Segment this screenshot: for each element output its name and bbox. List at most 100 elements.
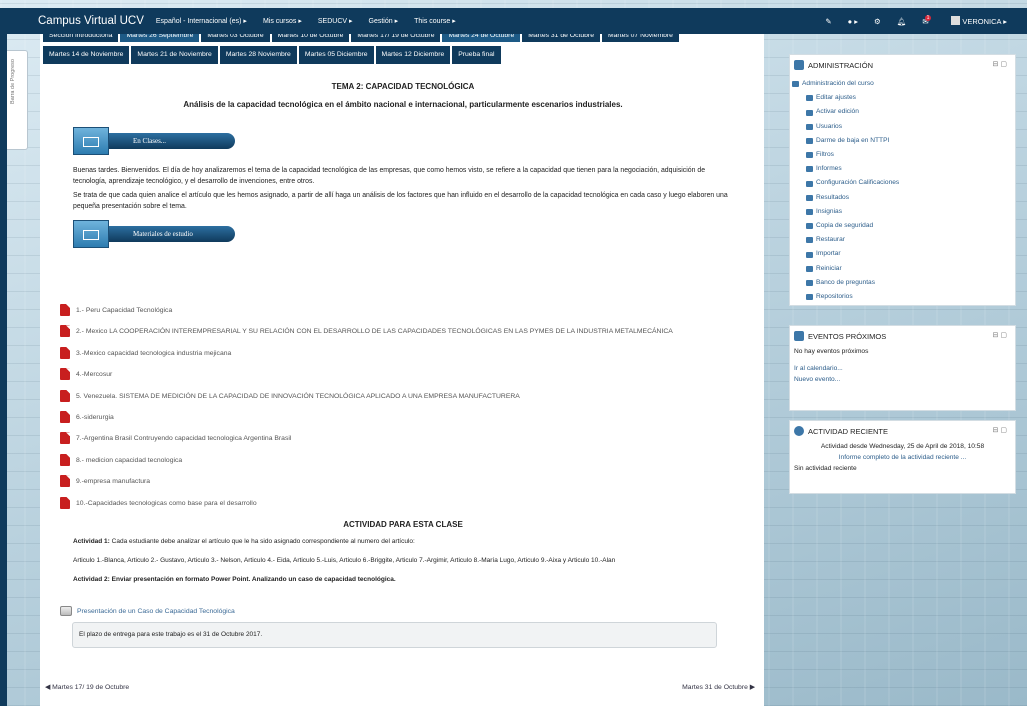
calendar-link[interactable]: Ir al calendario... [790,363,1015,374]
admin-item-label: Reiniciar [816,264,842,272]
activity-section: ACTIVIDAD PARA ESTA CLASE Actividad 1: C… [73,520,733,585]
tab-section[interactable]: Martes 24 de Octubre [442,34,521,42]
material-link[interactable]: 7.-Argentina Brasil Contruyendo capacida… [76,435,291,442]
filter-icon [806,152,813,159]
next-section-link[interactable]: Martes 31 de Octubre ▶ [682,683,755,691]
block-controls-icon[interactable]: ⊟▢ [993,426,1009,434]
language-menu[interactable]: Español - Internacional (es) ▸ [156,17,247,25]
list-item[interactable]: 5. Venezuela. SISTEMA DE MEDICIÓN DE LA … [57,386,757,407]
materiales-banner: Materiales de estudio [73,220,235,248]
list-item[interactable]: 3.-Mexico capacidad tecnologica industri… [57,343,757,364]
top-navbar: Campus Virtual UCV Español - Internacion… [0,8,1027,34]
new-event-link[interactable]: Nuevo evento... [790,374,1015,385]
admin-item[interactable]: Insignias [792,205,1015,219]
tab-section[interactable]: Martes 14 de Noviembre [43,46,130,64]
list-item[interactable]: 1.- Peru Capacidad Tecnológica [57,300,757,321]
settings-dots-icon[interactable]: ● ▸ [848,17,858,26]
assignment-link[interactable]: Presentación de un Caso de Capacidad Tec… [77,608,235,615]
pencil-icon [806,109,813,116]
my-courses-menu[interactable]: Mis cursos ▸ [263,17,302,25]
admin-item-label: Filtros [816,151,834,159]
settings-icon [806,95,813,102]
progress-bar-handle[interactable]: Barra de Progreso [7,50,28,150]
material-link[interactable]: 4.-Mercosur [76,371,112,378]
material-link[interactable]: 5. Venezuela. SISTEMA DE MEDICIÓN DE LA … [76,393,520,400]
tab-section[interactable]: Martes 05 Diciembre [298,46,374,64]
material-link[interactable]: 1.- Peru Capacidad Tecnológica [76,307,172,314]
site-brand[interactable]: Campus Virtual UCV [38,15,144,27]
table-icon [806,194,813,201]
pdf-icon [60,325,70,338]
tab-section[interactable]: Sección introductoria [43,34,119,42]
admin-item[interactable]: Restaurar [792,233,1015,247]
material-link[interactable]: 10.-Capacidades tecnologicas como base p… [76,500,257,507]
tab-section[interactable]: Martes 26 Septiembre [120,34,200,42]
left-border [0,34,7,706]
gestion-menu[interactable]: Gestión ▸ [369,17,399,25]
list-item[interactable]: 2.- Mexico LA COOPERACIÓN INTEREMPRESARI… [57,321,757,342]
material-link[interactable]: 9.-empresa manufactura [76,478,150,485]
material-link[interactable]: 3.-Mexico capacidad tecnologica industri… [76,350,231,357]
tab-section[interactable]: Prueba final [452,46,501,64]
pdf-icon [60,432,70,445]
material-link[interactable]: 2.- Mexico LA COOPERACIÓN INTEREMPRESARI… [76,328,673,335]
list-item[interactable]: 10.-Capacidades tecnologicas como base p… [57,493,757,514]
list-item[interactable]: 9.-empresa manufactura [57,471,757,492]
tab-section[interactable]: Martes 21 de Noviembre [131,46,218,64]
list-item[interactable]: 7.-Argentina Brasil Contruyendo capacida… [57,428,757,449]
admin-item[interactable]: Configuración Calificaciones [792,176,1015,190]
admin-root[interactable]: Administración del curso [792,77,1015,91]
admin-item-label: Resultados [816,193,849,201]
seducv-menu[interactable]: SEDUCV ▸ [318,17,353,25]
settings-icon [806,180,813,187]
message-icon[interactable]: ✉1 [922,14,935,26]
pdf-icon [60,496,70,509]
admin-item[interactable]: Informes [792,162,1015,176]
tab-section[interactable]: Martes 07 Noviembre [601,34,679,42]
tab-section[interactable]: Martes 17/ 19 de Octubre [351,34,441,42]
user-menu[interactable]: VERONICA ▸ [951,16,1007,26]
material-link[interactable]: 6.-siderurgia [76,414,114,421]
admin-item[interactable]: Usuarios [792,120,1015,134]
folder-icon [73,220,109,248]
section-tabs-row-2: Martes 14 de Noviembre Martes 21 de Novi… [40,46,764,64]
full-report-link[interactable]: Informe completo de la actividad recient… [790,452,1015,463]
list-item[interactable]: 6.-siderurgia [57,407,757,428]
activity-1-label: Actividad 1: [73,538,110,545]
admin-item[interactable]: Copia de seguridad [792,219,1015,233]
tab-section[interactable]: Martes 28 Noviembre [219,46,297,64]
admin-item[interactable]: Activar edición [792,105,1015,119]
bell-icon[interactable]: 🔔︎ [897,17,907,26]
admin-item[interactable]: Darme de baja en NTTPI [792,134,1015,148]
list-item[interactable]: 8.- medicion capacidad tecnologica [57,450,757,471]
block-controls-icon[interactable]: ⊟▢ [993,60,1009,68]
admin-item-label: Darme de baja en NTTPI [816,136,890,144]
pdf-icon [60,304,70,316]
section-summary: TEMA 2: CAPACIDAD TECNOLÓGICA Análisis d… [73,80,733,248]
user-tools: ✎ ● ▸ ⚙ 🔔︎ ✉1 VERONICA ▸ [825,8,1007,34]
admin-item-label: Usuarios [816,122,843,130]
calendar-icon [794,331,804,341]
presentation-assignment[interactable]: Presentación de un Caso de Capacidad Tec… [60,606,235,616]
tab-section[interactable]: Martes 10 de Octubre [271,34,350,42]
block-controls-icon[interactable]: ⊟▢ [993,331,1009,339]
this-course-menu[interactable]: This course ▸ [414,17,456,25]
admin-item[interactable]: Editar ajustes [792,91,1015,105]
tab-section[interactable]: Martes 31 de Octubre [522,34,600,42]
material-link[interactable]: 8.- medicion capacidad tecnologica [76,457,182,464]
admin-item[interactable]: Reiniciar [792,262,1015,276]
tab-section[interactable]: Martes 12 Diciembre [375,46,451,64]
no-events-text: No hay eventos próximos [794,348,869,355]
admin-item[interactable]: Repositorios [792,290,1015,304]
folder-icon [792,81,799,88]
admin-item[interactable]: Resultados [792,191,1015,205]
edit-icon[interactable]: ✎ [825,17,831,26]
admin-item[interactable]: Importar [792,247,1015,261]
prev-section-link[interactable]: ◀ Martes 17/ 19 de Octubre [45,683,129,691]
admin-item[interactable]: Filtros [792,148,1015,162]
recent-activity-block: ACTIVIDAD RECIENTE ⊟▢ Actividad desde We… [789,420,1016,494]
gear-icon[interactable]: ⚙ [874,17,881,26]
tab-section[interactable]: Martes 03 Octubre [201,34,270,42]
list-item[interactable]: 4.-Mercosur [57,364,757,385]
admin-item[interactable]: Banco de preguntas [792,276,1015,290]
